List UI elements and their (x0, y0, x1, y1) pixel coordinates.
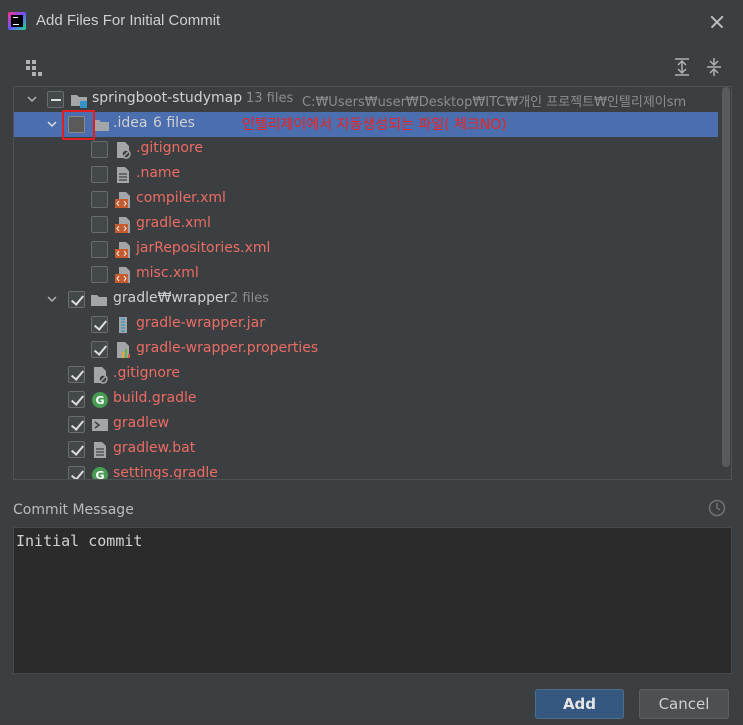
dialog-title: Add Files For Initial Commit (36, 12, 221, 29)
file-name: gradlew.bat (113, 440, 196, 456)
file-checkbox[interactable] (91, 241, 108, 258)
annotation-note: 인텔리제이에서 자동생성되는 파일( 체크NO) (242, 117, 507, 133)
gradle-wrapper-label: gradle₩wrapper (113, 290, 230, 306)
ignored-file-icon (91, 366, 109, 384)
file-row[interactable]: compiler.xml (14, 187, 718, 212)
tree-row-idea[interactable]: .idea 6 files 인텔리제이에서 자동생성되는 파일( 체크NO) (14, 112, 718, 137)
collapse-all-icon[interactable] (703, 56, 725, 78)
file-row[interactable]: gradle-wrapper.jar (14, 312, 718, 337)
file-name: misc.xml (136, 265, 199, 281)
tree-row-gradle-wrapper[interactable]: gradle₩wrapper 2 files (14, 287, 718, 312)
file-name: .gitignore (136, 140, 203, 156)
close-icon[interactable] (703, 8, 731, 36)
file-checkbox[interactable] (68, 466, 85, 479)
chevron-down-icon[interactable] (26, 93, 38, 105)
file-row[interactable]: jarRepositories.xml (14, 237, 718, 262)
svg-text:G: G (95, 394, 104, 407)
xml-file-icon (114, 216, 132, 234)
file-row[interactable]: gradle.xml (14, 212, 718, 237)
file-checkbox[interactable] (68, 366, 85, 383)
intellij-app-icon (8, 12, 26, 30)
file-checkbox[interactable] (91, 216, 108, 233)
text-file-icon (91, 441, 109, 459)
file-name: settings.gradle (113, 465, 218, 480)
folder-icon (92, 116, 110, 134)
title-bar: Add Files For Initial Commit (0, 0, 743, 44)
file-checkbox[interactable] (68, 416, 85, 433)
svg-text:G: G (95, 469, 104, 480)
text-file-icon (114, 166, 132, 184)
file-checkbox[interactable] (68, 391, 85, 408)
file-row[interactable]: G settings.gradle (14, 462, 718, 480)
jar-file-icon (114, 316, 132, 334)
commit-message-input[interactable]: Initial commit (13, 527, 732, 674)
file-name: .gitignore (113, 365, 180, 381)
gradle-icon: G (91, 391, 109, 409)
changes-tree: springboot-studymap 13 files C:₩Users₩us… (13, 86, 732, 480)
folder-icon (90, 291, 108, 309)
xml-file-icon (114, 266, 132, 284)
root-count: 13 files (246, 91, 294, 106)
history-icon[interactable] (706, 497, 728, 519)
file-row[interactable]: .name (14, 162, 718, 187)
checkbox-gradle-wrapper[interactable] (68, 291, 85, 308)
terminal-icon (91, 416, 109, 434)
file-name: build.gradle (113, 390, 197, 406)
idea-count: 6 files (153, 115, 195, 131)
root-label: springboot-studymap (92, 90, 243, 106)
vertical-scrollbar[interactable] (719, 87, 731, 479)
xml-file-icon (114, 241, 132, 259)
checkbox-idea[interactable] (68, 116, 85, 133)
file-name: gradle.xml (136, 215, 211, 231)
root-path: C:₩Users₩user₩Desktop₩ITC₩개인 프로젝트₩인텔리제이s… (302, 95, 687, 110)
file-row[interactable]: .gitignore (14, 362, 718, 387)
chevron-down-icon[interactable] (46, 118, 58, 130)
file-name: gradlew (113, 415, 170, 431)
file-row[interactable]: misc.xml (14, 262, 718, 287)
gradle-wrapper-count: 2 files (230, 291, 269, 306)
tree-row-root[interactable]: springboot-studymap 13 files C:₩Users₩us… (14, 87, 718, 112)
file-checkbox[interactable] (91, 191, 108, 208)
file-name: .name (136, 165, 181, 181)
file-row[interactable]: gradle-wrapper.properties (14, 337, 718, 362)
add-button[interactable]: Add (535, 689, 624, 719)
file-name: jarRepositories.xml (136, 240, 271, 256)
module-folder-icon (70, 91, 88, 109)
file-name: compiler.xml (136, 190, 226, 206)
file-checkbox[interactable] (68, 441, 85, 458)
scrollbar-thumb[interactable] (722, 87, 730, 467)
file-name: gradle-wrapper.jar (136, 315, 265, 331)
file-row[interactable]: G build.gradle (14, 387, 718, 412)
file-row[interactable]: gradlew.bat (14, 437, 718, 462)
file-checkbox[interactable] (91, 166, 108, 183)
ignored-file-icon (114, 141, 132, 159)
idea-label: .idea (113, 115, 148, 131)
xml-file-icon (114, 191, 132, 209)
properties-file-icon (114, 341, 132, 359)
file-checkbox[interactable] (91, 316, 108, 333)
file-row[interactable]: .gitignore (14, 137, 718, 162)
gradle-icon: G (91, 466, 109, 480)
checkbox-root[interactable] (47, 91, 64, 108)
file-checkbox[interactable] (91, 141, 108, 158)
file-name: gradle-wrapper.properties (136, 340, 319, 356)
commit-message-label: Commit Message (13, 502, 134, 518)
file-checkbox[interactable] (91, 341, 108, 358)
cancel-button[interactable]: Cancel (639, 689, 729, 719)
chevron-down-icon[interactable] (46, 293, 58, 305)
group-by-icon[interactable] (24, 58, 44, 78)
file-checkbox[interactable] (91, 266, 108, 283)
file-row[interactable]: gradlew (14, 412, 718, 437)
expand-all-icon[interactable] (671, 56, 693, 78)
